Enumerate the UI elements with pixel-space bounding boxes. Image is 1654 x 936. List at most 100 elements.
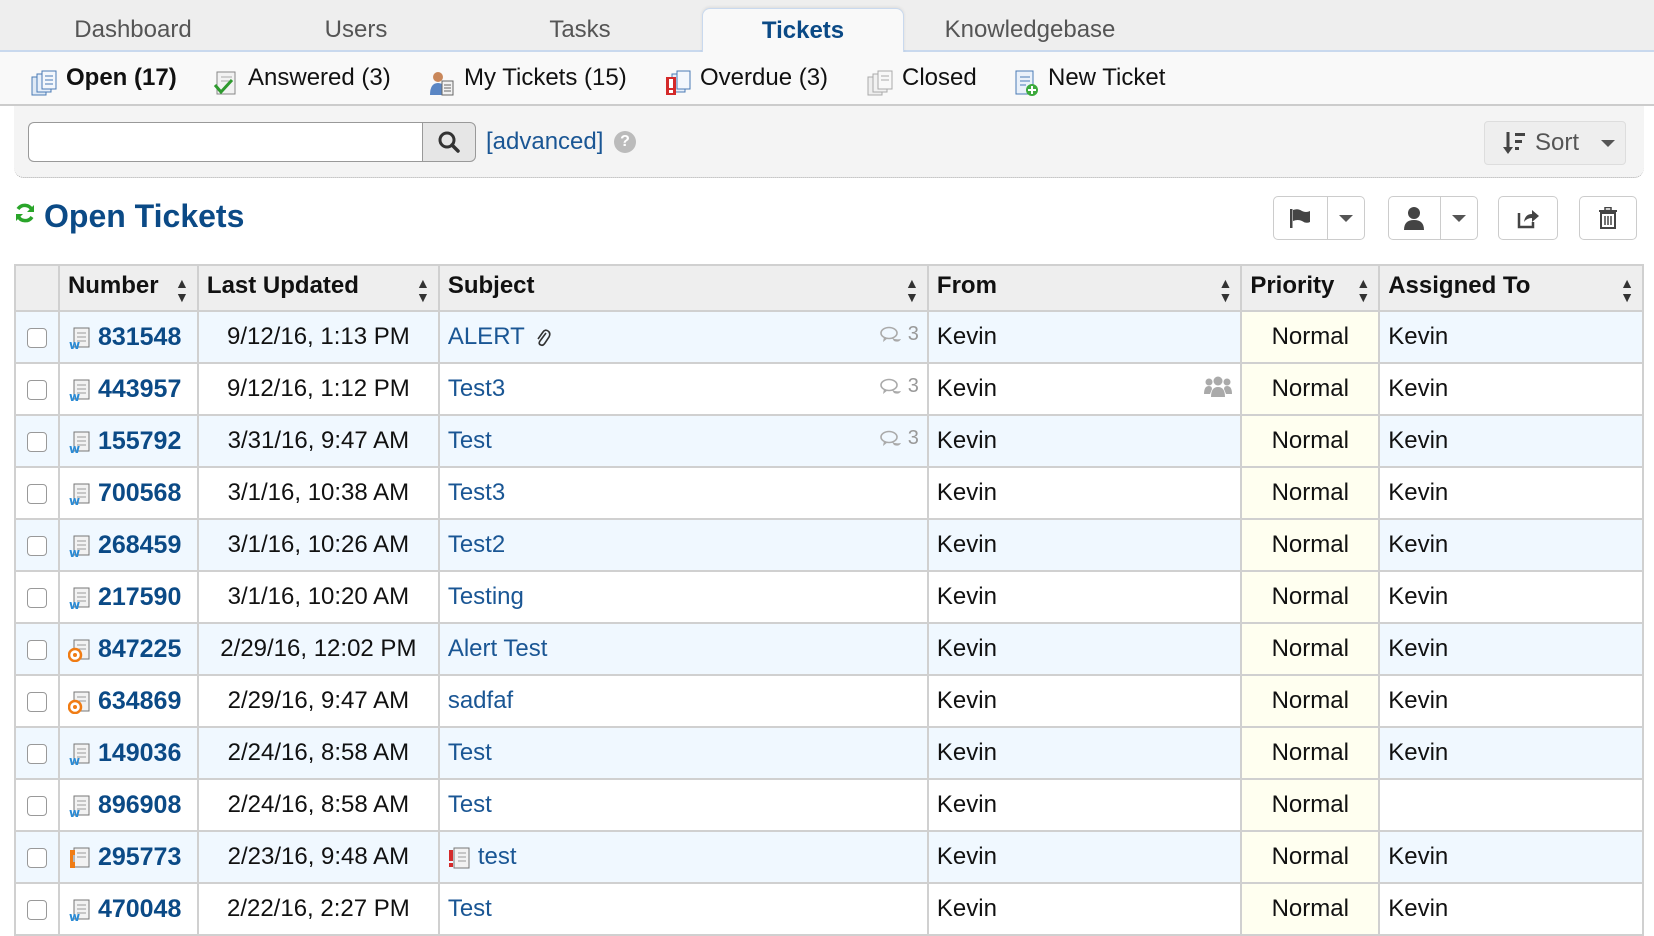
subnav-new-ticket[interactable]: New Ticket [1012,52,1165,104]
subject-link[interactable]: sadfaf [448,687,513,714]
advanced-search-link[interactable]: [advanced] [486,122,603,162]
row-checkbox[interactable] [26,379,47,400]
subject-link[interactable]: Test [448,739,492,766]
table-row[interactable]: w 443957 9/12/16, 1:12 PM Test3 3 Kevin Normal… [14,362,1644,416]
row-checkbox[interactable] [26,535,47,556]
top-navigation: Dashboard Users Tasks Tickets Knowledgeb… [0,0,1654,54]
subnav-closed[interactable]: Closed [866,52,977,104]
last-updated-cell: 2/22/16, 2:27 PM [196,882,440,936]
row-checkbox[interactable] [26,587,47,608]
row-checkbox[interactable] [26,639,47,660]
from-name: Kevin [936,531,997,558]
ticket-number-link[interactable]: 443957 [98,375,181,403]
ticket-number-link[interactable]: 149036 [98,739,181,767]
refresh-icon[interactable] [14,202,36,231]
tab-dashboard[interactable]: Dashboard [40,8,226,54]
table-row[interactable]: w 155792 3/31/16, 9:47 AM Test 3 Kevin Normal K… [14,414,1644,468]
tab-knowledgebase[interactable]: Knowledgebase [930,8,1130,54]
row-checkbox[interactable] [26,899,47,920]
ticket-number-link[interactable]: 896908 [98,791,181,819]
row-select-cell [14,466,60,520]
status-dropdown-toggle[interactable] [1326,197,1364,239]
ticket-number-cell: w 896908 [57,778,199,832]
subject-link[interactable]: Testing [448,583,524,610]
subnav-overdue[interactable]: Overdue (3) [664,52,828,104]
search-input[interactable] [28,122,424,162]
flag-icon[interactable] [1274,197,1327,239]
subnav-answered[interactable]: Answered (3) [212,52,391,104]
subnav-open[interactable]: Open (17) [30,52,177,104]
delete-button[interactable] [1579,196,1637,240]
ticket-number-link[interactable]: 847225 [98,635,181,663]
row-checkbox[interactable] [26,483,47,504]
row-checkbox[interactable] [26,431,47,452]
ticket-number-link[interactable]: 470048 [98,895,181,923]
table-row[interactable]: 295773 2/23/16, 9:48 AM test Kevin Normal Kev… [14,830,1644,884]
ticket-number-link[interactable]: 155792 [98,427,181,455]
open-tickets-icon [30,64,58,96]
table-row[interactable]: 634869 2/29/16, 9:47 AM sadfaf Kevin Normal K… [14,674,1644,728]
status-action-button[interactable] [1273,196,1365,240]
ticket-number-cell: 847225 [57,622,199,676]
svg-text:w: w [69,754,80,766]
assign-dropdown-toggle[interactable] [1439,197,1477,239]
row-checkbox[interactable] [26,327,47,348]
subject-link[interactable]: Alert Test [448,635,548,662]
subnav-my-tickets-label: My Tickets (15) [464,64,627,91]
ticket-number-link[interactable]: 217590 [98,583,181,611]
transfer-button[interactable] [1498,196,1558,240]
assigned-to-cell: Kevin [1378,518,1644,572]
ticket-number-link[interactable]: 295773 [98,843,181,871]
subject-cell: Test [437,882,929,936]
ticket-number-link[interactable]: 268459 [98,531,181,559]
sort-button[interactable]: Sort [1484,121,1626,165]
subject-link[interactable]: Test [448,791,492,818]
ticket-number-cell: 295773 [57,830,199,884]
table-row[interactable]: 847225 2/29/16, 12:02 PM Alert Test Kevin No… [14,622,1644,676]
table-row[interactable]: w 268459 3/1/16, 10:26 AM Test2 Kevin Normal K… [14,518,1644,572]
table-row[interactable]: w 217590 3/1/16, 10:20 AM Testing Kevin Norma… [14,570,1644,624]
column-header-last-updated[interactable]: Last Updated ▲ ▼ [196,264,440,312]
row-checkbox[interactable] [26,743,47,764]
column-header-priority[interactable]: Priority ▲ ▼ [1240,264,1381,312]
from-cell: Kevin [926,518,1243,572]
subject-link[interactable]: Test3 [448,479,505,506]
ticket-number-link[interactable]: 700568 [98,479,181,507]
table-row[interactable]: w 470048 2/22/16, 2:27 PM Test Kevin Normal Ke… [14,882,1644,936]
table-row[interactable]: w 831548 9/12/16, 1:13 PM ALERT 3 Kevin Normal… [14,310,1644,364]
tab-tasks[interactable]: Tasks [490,8,670,54]
ticket-number-link[interactable]: 831548 [98,323,181,351]
ticket-number-cell: w 470048 [57,882,199,936]
table-row[interactable]: w 700568 3/1/16, 10:38 AM Test3 Kevin Normal K… [14,466,1644,520]
ticket-number-cell: w 831548 [57,310,199,364]
sub-navigation: Open (17) Answered (3) My Tickets (15) O… [0,52,1654,106]
column-header-subject[interactable]: Subject ▲ ▼ [437,264,929,312]
row-checkbox[interactable] [26,847,47,868]
search-button[interactable] [422,122,476,162]
row-checkbox[interactable] [26,691,47,712]
column-header-assigned-to[interactable]: Assigned To ▲ ▼ [1378,264,1644,312]
table-row[interactable]: w 896908 2/24/16, 8:58 AM Test Kevin Normal [14,778,1644,832]
subject-link[interactable]: Test2 [448,531,505,558]
user-icon[interactable] [1389,197,1440,239]
assign-action-button[interactable] [1388,196,1478,240]
thread-count: 3 [879,427,919,450]
column-header-number[interactable]: Number ▲ ▼ [57,264,199,312]
tab-users[interactable]: Users [266,8,446,54]
row-checkbox[interactable] [26,795,47,816]
column-label: Subject [447,272,535,299]
subject-link[interactable]: ALERT [448,323,525,350]
chevron-down-icon [1451,214,1466,222]
tab-tickets[interactable]: Tickets [702,8,904,54]
ticket-number-link[interactable]: 634869 [98,687,181,715]
help-icon[interactable]: ? [614,131,636,153]
table-header-row: Number ▲ ▼ Last Updated ▲ ▼ Subject ▲ ▼ From ▲ ▼… [14,264,1644,312]
subject-link[interactable]: Test [448,895,492,922]
subject-link[interactable]: test [478,843,517,870]
subject-link[interactable]: Test3 [448,375,505,402]
subnav-my-tickets[interactable]: My Tickets (15) [428,52,627,104]
table-row[interactable]: w 149036 2/24/16, 8:58 AM Test Kevin Normal Ke… [14,726,1644,780]
priority-cell: Normal [1240,622,1381,676]
subject-link[interactable]: Test [448,427,492,454]
column-header-from[interactable]: From ▲ ▼ [926,264,1243,312]
